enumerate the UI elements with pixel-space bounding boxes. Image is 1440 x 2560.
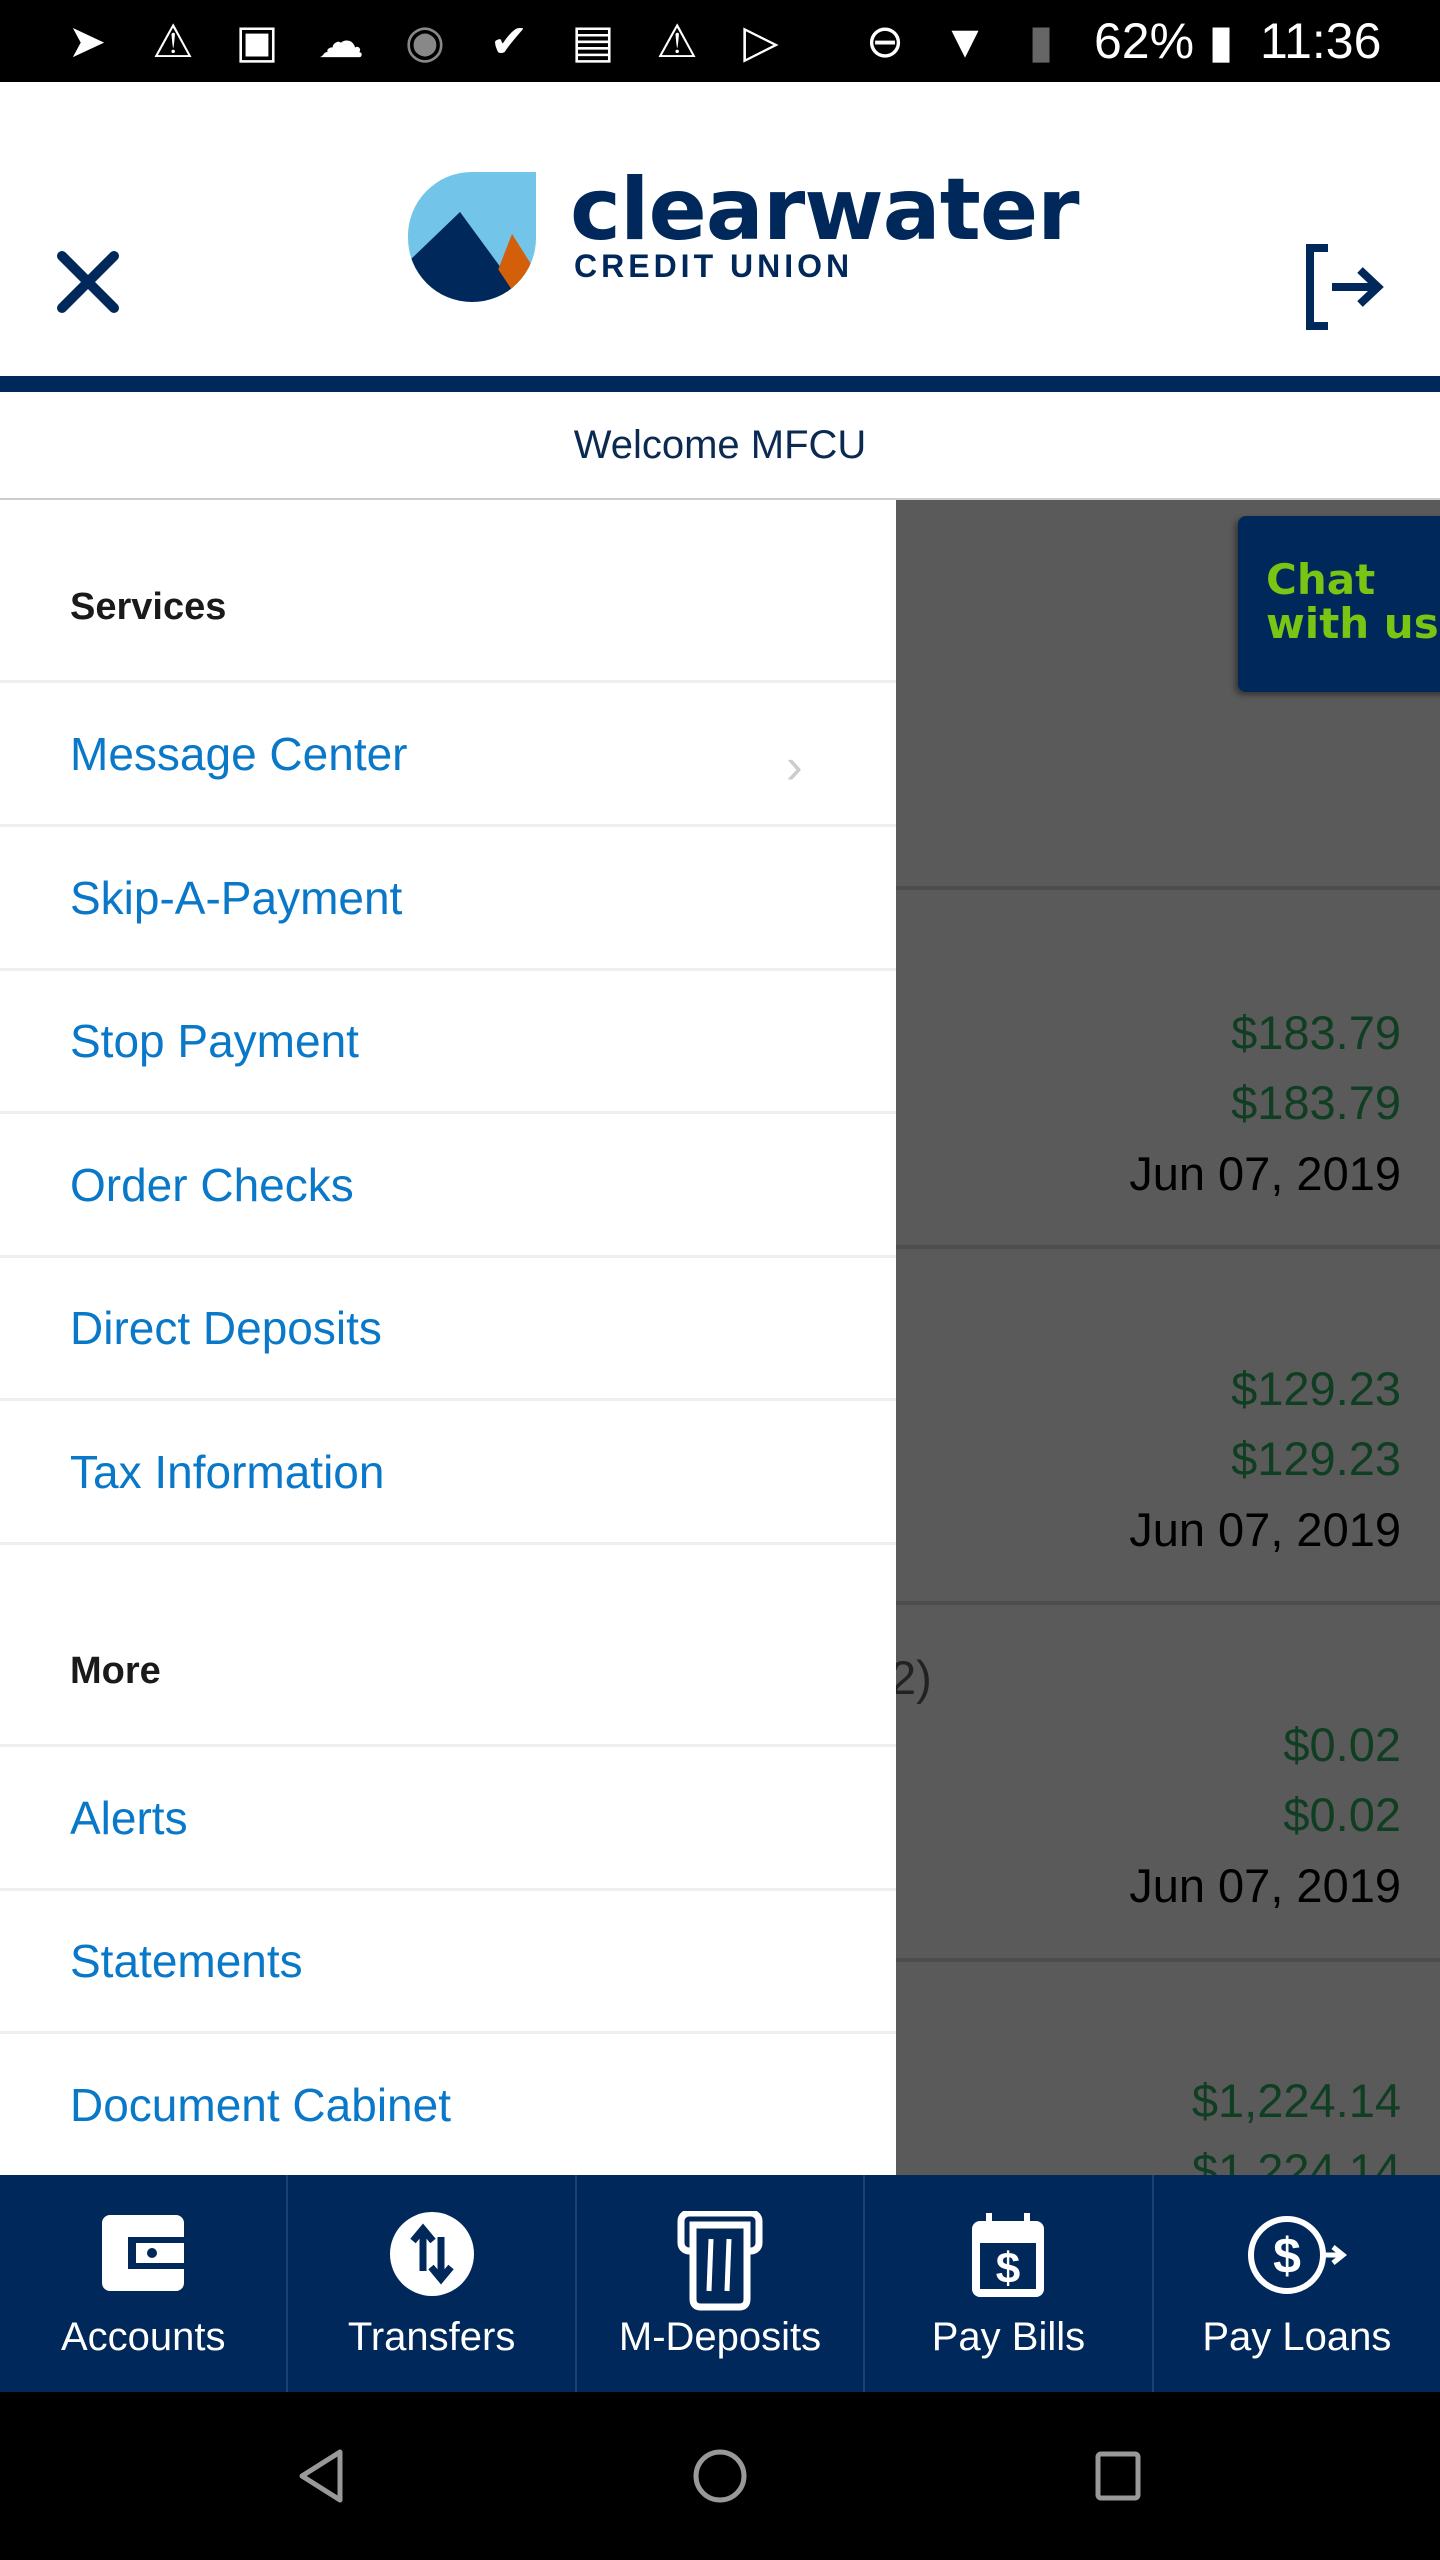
loan-payment-icon: $ bbox=[1247, 2216, 1347, 2294]
tab-label: Pay Bills bbox=[931, 2315, 1086, 2359]
system-nav-bar bbox=[0, 2392, 1440, 2560]
cloud-icon: ☁ bbox=[318, 15, 364, 67]
menu-item-skip-a-payment[interactable]: Skip-A-Payment bbox=[0, 827, 896, 971]
image-icon: ▣ bbox=[235, 15, 279, 67]
app-header: clearwater CREDIT UNION bbox=[0, 82, 1440, 376]
menu-item-alerts[interactable]: Alerts bbox=[0, 1747, 896, 1891]
tab-pay-loans[interactable]: $ Pay Loans bbox=[1154, 2175, 1440, 2392]
menu-item-label: Skip-A-Payment bbox=[70, 872, 403, 924]
navigation-drawer: Services Message Center › Skip-A-Payment … bbox=[0, 500, 896, 2175]
tab-label: Accounts bbox=[60, 2315, 226, 2359]
check-deposit-icon bbox=[677, 2211, 763, 2311]
menu-item-label: Stop Payment bbox=[70, 1015, 359, 1067]
tab-m-deposits[interactable]: M-Deposits bbox=[577, 2175, 866, 2392]
logo-subtitle: CREDIT UNION bbox=[574, 248, 854, 284]
menu-item-tax-information[interactable]: Tax Information bbox=[0, 1401, 896, 1545]
download-done-icon: ✔ bbox=[489, 15, 529, 67]
transaction-balance: $0.02 bbox=[1283, 1788, 1401, 1841]
back-icon[interactable] bbox=[296, 2448, 346, 2504]
section-header-services: Services bbox=[70, 586, 227, 628]
svg-text:$: $ bbox=[1273, 2228, 1301, 2284]
header-divider bbox=[0, 376, 1440, 392]
home-icon[interactable] bbox=[692, 2448, 748, 2504]
transaction-partial-text: 2) bbox=[890, 1651, 932, 1704]
logo-wordmark: clearwater bbox=[570, 160, 1080, 260]
transaction-amount: $129.23 bbox=[1231, 1362, 1401, 1415]
play-store-icon: ▷ bbox=[743, 15, 779, 67]
calendar-icon: ▤ bbox=[571, 15, 615, 67]
status-bar: ➤ ⚠ ▣ ☁ ◉ ✔ ▤ ⚠ ▷ ⊖ ▼ ▮ 62% ▮ 11:36 bbox=[0, 0, 1440, 82]
warning-icon: ⚠ bbox=[152, 15, 194, 67]
transaction-amount: $1,224.14 bbox=[1191, 2074, 1401, 2127]
transaction-date: Jun 07, 2019 bbox=[1129, 1859, 1401, 1912]
tab-label: M-Deposits bbox=[618, 2315, 822, 2359]
transaction-amount: $0.02 bbox=[1283, 1718, 1401, 1771]
menu-item-direct-deposits[interactable]: Direct Deposits bbox=[0, 1257, 896, 1401]
menu-item-label: Tax Information bbox=[70, 1446, 385, 1498]
transaction-balance: $183.79 bbox=[1231, 1076, 1401, 1129]
transaction-balance: $129.23 bbox=[1231, 1432, 1401, 1485]
tab-accounts[interactable]: Accounts bbox=[0, 2175, 289, 2392]
transaction-date: Jun 07, 2019 bbox=[1129, 1147, 1401, 1200]
chevron-right-icon: › bbox=[786, 738, 803, 794]
wallet-icon bbox=[102, 2215, 189, 2291]
bottom-nav: Accounts Transfers M-Deposits $ Pay Bill… bbox=[0, 2175, 1440, 2392]
menu-item-message-center[interactable]: Message Center › bbox=[0, 683, 896, 827]
menu-item-statements[interactable]: Statements bbox=[0, 1890, 896, 2034]
section-header-more: More bbox=[70, 1650, 161, 1692]
chat-with-us-button[interactable]: Chat with us bbox=[1238, 516, 1440, 692]
logo-mark bbox=[408, 172, 536, 302]
menu-item-label: Alerts bbox=[70, 1792, 188, 1844]
send-icon: ➤ bbox=[67, 15, 107, 67]
close-icon[interactable] bbox=[56, 250, 120, 314]
transaction-amount: $183.79 bbox=[1231, 1006, 1401, 1059]
menu-item-document-cabinet[interactable]: Document Cabinet bbox=[0, 2034, 896, 2175]
menu-item-stop-payment[interactable]: Stop Payment bbox=[0, 970, 896, 1114]
wifi-icon: ▼ bbox=[942, 15, 988, 67]
svg-text:$: $ bbox=[996, 2244, 1020, 2293]
no-sim-icon: ▮ bbox=[1028, 15, 1054, 67]
do-not-disturb-icon: ⊖ bbox=[865, 15, 905, 67]
recents-icon[interactable] bbox=[1094, 2450, 1142, 2502]
welcome-banner: Welcome MFCU bbox=[0, 392, 1440, 500]
bill-calendar-icon: $ bbox=[972, 2213, 1045, 2297]
menu-item-label: Document Cabinet bbox=[70, 2079, 451, 2131]
menu-item-label: Statements bbox=[70, 1935, 303, 1987]
warning-icon: ⚠ bbox=[656, 15, 698, 67]
clock: 11:36 bbox=[1260, 13, 1382, 69]
tab-label: Pay Loans bbox=[1202, 2315, 1392, 2359]
logout-icon[interactable] bbox=[1302, 242, 1386, 332]
transaction-date: Jun 07, 2019 bbox=[1129, 1503, 1401, 1556]
chat-label-line1: Chat bbox=[1266, 555, 1376, 604]
battery-charging-icon: ▮ bbox=[1208, 15, 1234, 67]
menu-item-label: Direct Deposits bbox=[70, 1302, 382, 1354]
sync-icon: ◉ bbox=[404, 15, 446, 67]
chat-label-line2: with us bbox=[1266, 599, 1439, 648]
tab-label: Transfers bbox=[347, 2315, 516, 2359]
tab-pay-bills[interactable]: $ Pay Bills bbox=[865, 2175, 1154, 2392]
menu-item-order-checks[interactable]: Order Checks bbox=[0, 1114, 896, 1258]
transfer-icon bbox=[389, 2212, 474, 2296]
menu-item-label: Order Checks bbox=[70, 1159, 354, 1211]
battery-percent: 62% bbox=[1094, 13, 1195, 69]
menu-item-label: Message Center bbox=[70, 728, 408, 780]
tab-transfers[interactable]: Transfers bbox=[288, 2175, 577, 2392]
